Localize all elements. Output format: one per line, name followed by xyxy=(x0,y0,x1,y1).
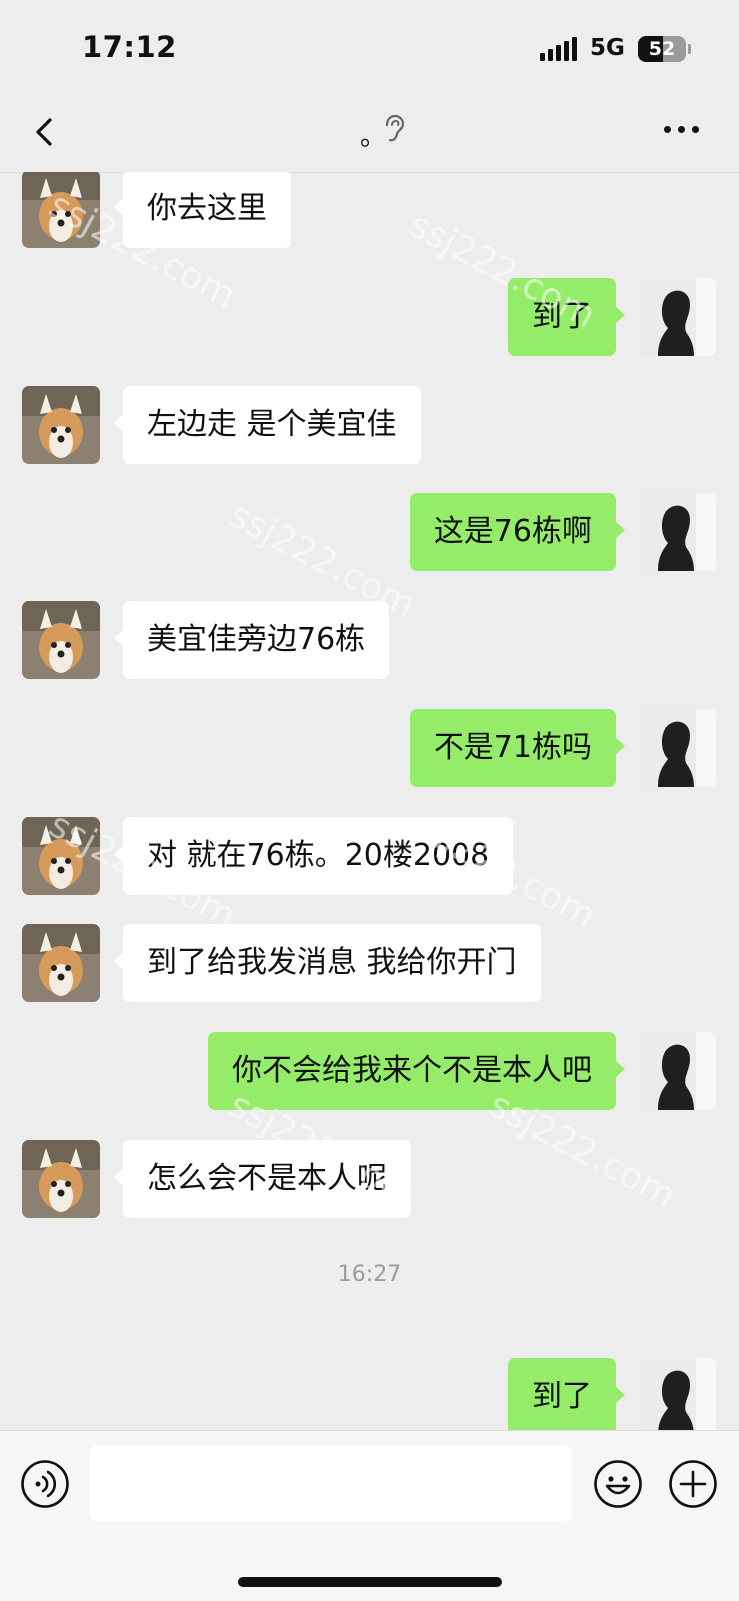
message-incoming: 美宜佳旁边76栋 xyxy=(0,601,739,681)
signal-icon xyxy=(540,37,580,61)
message-bubble[interactable]: 美宜佳旁边76栋 xyxy=(113,601,390,679)
network-type: 5G xyxy=(590,35,625,61)
ear-icon xyxy=(383,114,405,144)
back-button[interactable] xyxy=(26,110,70,154)
message-bubble[interactable]: 你不会给我来个不是本人吧 xyxy=(208,1032,625,1110)
message-outgoing: 这是76栋啊 xyxy=(0,493,739,573)
message-bubble[interactable]: 你去这里 xyxy=(114,172,291,248)
message-incoming: 左边走 是个美宜佳 xyxy=(0,386,739,466)
plus-icon xyxy=(669,1460,717,1508)
more-dots-icon xyxy=(664,126,671,133)
emoji-icon xyxy=(594,1460,642,1508)
my-avatar[interactable] xyxy=(638,709,716,787)
my-avatar[interactable] xyxy=(638,493,716,571)
message-incoming: 怎么会不是本人呢 xyxy=(0,1140,739,1220)
emoji-button[interactable] xyxy=(593,1459,643,1509)
input-bar xyxy=(0,1430,739,1601)
my-avatar[interactable] xyxy=(638,278,716,356)
chevron-left-icon xyxy=(36,118,52,146)
message-bubble[interactable]: 到了 xyxy=(508,278,625,356)
voice-button[interactable] xyxy=(20,1459,70,1509)
my-avatar[interactable] xyxy=(638,1032,716,1110)
message-bubble[interactable]: 这是76栋啊 xyxy=(409,493,626,571)
contact-avatar[interactable] xyxy=(22,386,100,464)
message-bubble[interactable]: 左边走 是个美宜佳 xyxy=(114,386,421,464)
message-outgoing: 不是71栋吗 xyxy=(0,709,739,789)
message-outgoing: 到了 xyxy=(0,1358,739,1430)
message-input[interactable] xyxy=(90,1445,572,1521)
message-timestamp: 16:27 xyxy=(337,1262,402,1287)
message-list[interactable]: 你去这里 到了 左边走 是个美宜佳 这是76栋啊 美宜佳旁边76栋 不是71栋吗 xyxy=(0,172,739,1430)
contact-avatar[interactable] xyxy=(22,924,100,1002)
message-outgoing: 你不会给我来个不是本人吧 xyxy=(0,1032,739,1112)
message-incoming: 到了给我发消息 我给你开门 xyxy=(0,924,739,1004)
message-bubble[interactable]: 到了 xyxy=(508,1358,625,1430)
home-indicator xyxy=(238,1577,502,1587)
chat-header: 。 xyxy=(0,100,739,173)
message-bubble[interactable]: 怎么会不是本人呢 xyxy=(114,1140,411,1218)
more-button[interactable] xyxy=(664,118,708,142)
message-bubble[interactable]: 不是71栋吗 xyxy=(409,709,626,787)
my-avatar[interactable] xyxy=(638,1358,716,1430)
message-bubble[interactable]: 到了给我发消息 我给你开门 xyxy=(114,924,541,1002)
battery-level: 52 xyxy=(648,38,676,60)
message-incoming: 你去这里 xyxy=(0,172,739,250)
contact-avatar[interactable] xyxy=(22,172,100,248)
contact-avatar[interactable] xyxy=(22,817,100,895)
voice-icon xyxy=(21,1460,69,1508)
message-bubble[interactable]: 对 就在76栋。20楼2008 xyxy=(113,817,514,895)
status-time: 17:12 xyxy=(82,30,177,64)
contact-avatar[interactable] xyxy=(22,601,100,679)
status-bar: 17:12 5G 52 xyxy=(0,0,739,100)
message-outgoing: 到了 xyxy=(0,278,739,358)
battery-icon: 52 xyxy=(638,36,686,62)
message-incoming: 对 就在76栋。20楼2008 xyxy=(0,817,739,897)
contact-avatar[interactable] xyxy=(22,1140,100,1218)
plus-button[interactable] xyxy=(668,1459,718,1509)
battery-cap xyxy=(688,44,691,54)
